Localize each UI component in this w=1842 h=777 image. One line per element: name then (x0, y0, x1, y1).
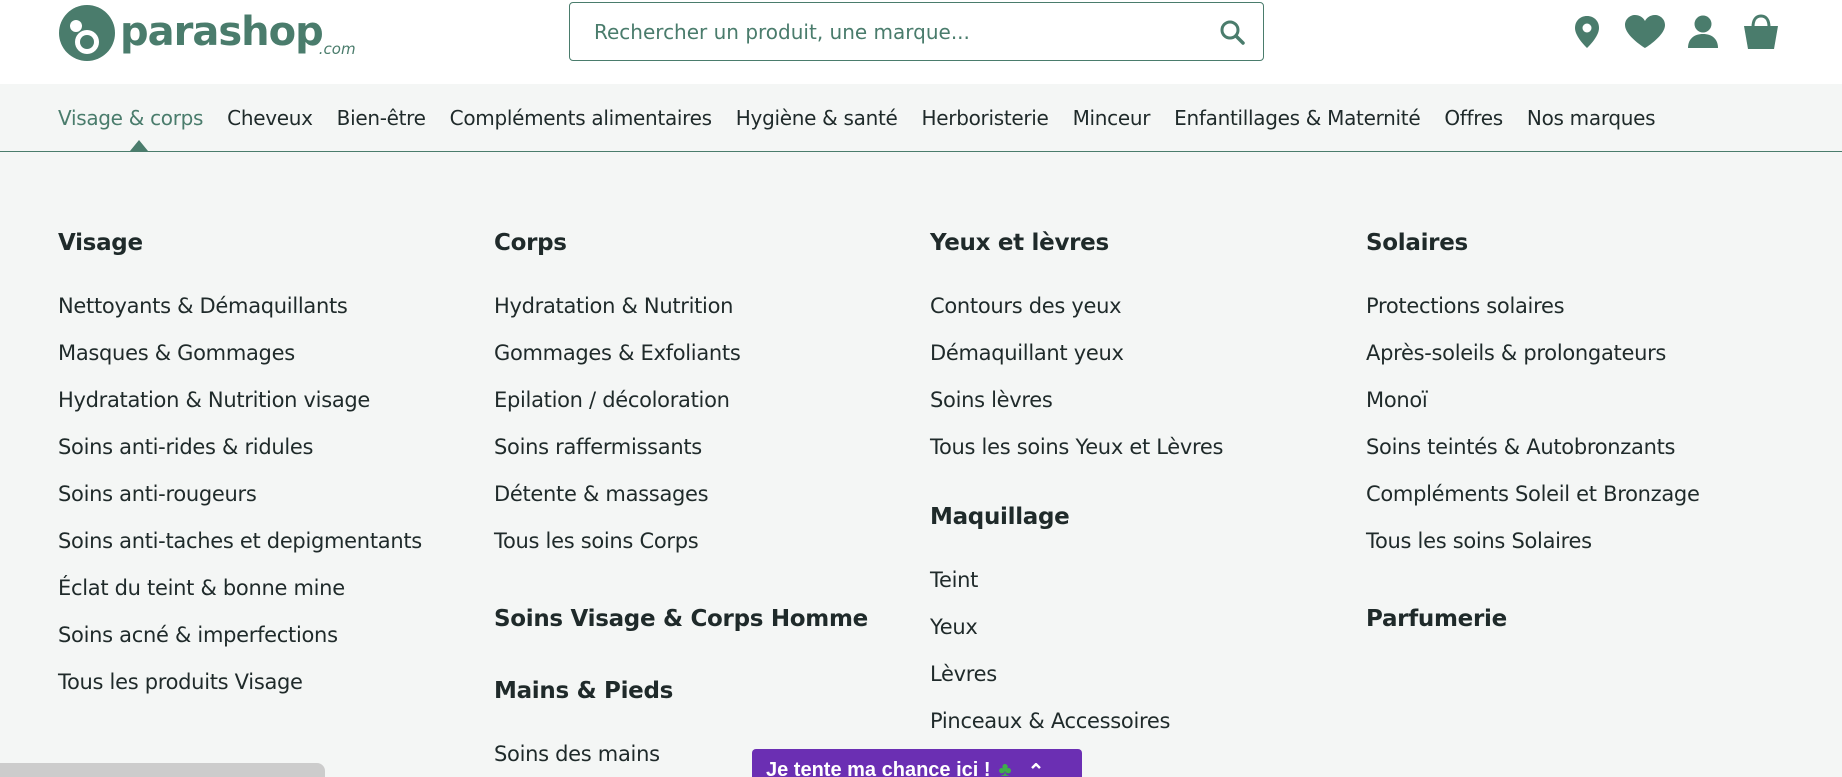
menu-link[interactable]: Compléments Soleil et Bronzage (1366, 471, 1700, 518)
menu-heading-maquillage[interactable]: Maquillage (930, 499, 1223, 535)
nav-item-visage-corps[interactable]: Visage & corps (58, 100, 203, 136)
logo-wordmark: parashop (120, 9, 324, 55)
account-button[interactable] (1674, 14, 1732, 50)
nav-item-herboristerie[interactable]: Herboristerie (922, 100, 1049, 136)
menu-link[interactable]: Masques & Gommages (58, 330, 422, 377)
menu-link[interactable]: Tous les soins Corps (494, 518, 868, 565)
menu-section-homme: Soins Visage & Corps Homme (494, 601, 868, 637)
menu-column-yeux-maquillage: Yeux et lèvres Contours des yeux Démaqui… (930, 225, 1223, 773)
menu-column-solaires: Solaires Protections solaires Après-sole… (1366, 225, 1700, 665)
nav-item-offres[interactable]: Offres (1444, 100, 1503, 136)
menu-column-corps: Corps Hydratation & Nutrition Gommages &… (494, 225, 868, 777)
menu-heading-yeux-levres[interactable]: Yeux et lèvres (930, 225, 1223, 261)
menu-link[interactable]: Monoï (1366, 377, 1700, 424)
header-icons (1558, 14, 1790, 50)
menu-heading-mains-pieds[interactable]: Mains & Pieds (494, 673, 868, 709)
promo-label: Je tente ma chance ici ! (766, 759, 991, 777)
nav-item-complements[interactable]: Compléments alimentaires (450, 100, 712, 136)
menu-link[interactable]: Protections solaires (1366, 283, 1700, 330)
site-header: parashop .com (0, 0, 1842, 84)
menu-link[interactable]: Epilation / décoloration (494, 377, 868, 424)
menu-link[interactable]: Yeux (930, 604, 1223, 651)
nav-item-minceur[interactable]: Minceur (1073, 100, 1151, 136)
location-icon (1575, 16, 1599, 48)
cart-button[interactable] (1732, 14, 1790, 50)
logo-mark-icon (59, 5, 115, 61)
chevron-up-icon: ⌃ (1027, 761, 1045, 777)
menu-link[interactable]: Nettoyants & Démaquillants (58, 283, 422, 330)
wishlist-button[interactable] (1616, 14, 1674, 50)
menu-section-maquillage: Maquillage Teint Yeux Lèvres Pinceaux & … (930, 499, 1223, 745)
menu-section-parfumerie: Parfumerie (1366, 601, 1700, 637)
menu-link[interactable]: Contours des yeux (930, 283, 1223, 330)
basket-icon (1744, 14, 1778, 49)
user-icon (1688, 15, 1718, 48)
menu-section-solaires: Solaires Protections solaires Après-sole… (1366, 225, 1700, 565)
menu-link[interactable]: Lèvres (930, 651, 1223, 698)
main-navigation: Visage & corps Cheveux Bien-être Complém… (0, 84, 1842, 152)
promo-button[interactable]: Je tente ma chance ici ! ♣ ⌃ (752, 749, 1082, 777)
menu-column-visage: Visage Nettoyants & Démaquillants Masque… (58, 225, 422, 706)
menu-heading-parfumerie[interactable]: Parfumerie (1366, 601, 1700, 637)
menu-heading-homme[interactable]: Soins Visage & Corps Homme (494, 601, 868, 637)
parashop-logo[interactable]: parashop .com (58, 2, 356, 62)
nav-item-bien-etre[interactable]: Bien-être (337, 100, 426, 136)
clover-icon: ♣ (998, 759, 1012, 777)
menu-section-yeux-levres: Yeux et lèvres Contours des yeux Démaqui… (930, 225, 1223, 471)
menu-link[interactable]: Détente & massages (494, 471, 868, 518)
menu-link[interactable]: Soins anti-rides & ridules (58, 424, 422, 471)
nav-item-hygiene-sante[interactable]: Hygiène & santé (736, 100, 898, 136)
menu-link[interactable]: Soins lèvres (930, 377, 1223, 424)
cookie-banner-tab[interactable] (0, 763, 325, 777)
search-button[interactable] (1201, 3, 1263, 60)
search-icon (1220, 20, 1245, 45)
menu-link[interactable]: Hydratation & Nutrition (494, 283, 868, 330)
logo-suffix: .com (318, 40, 356, 58)
menu-link[interactable]: Démaquillant yeux (930, 330, 1223, 377)
menu-link[interactable]: Soins acné & imperfections (58, 612, 422, 659)
search-input[interactable] (570, 3, 1201, 60)
menu-heading-corps[interactable]: Corps (494, 225, 868, 261)
menu-link[interactable]: Pinceaux & Accessoires (930, 698, 1223, 745)
menu-heading-solaires[interactable]: Solaires (1366, 225, 1700, 261)
menu-link[interactable]: Tous les produits Visage (58, 659, 422, 706)
menu-link[interactable]: Gommages & Exfoliants (494, 330, 868, 377)
menu-link[interactable]: Soins anti-taches et depigmentants (58, 518, 422, 565)
nav-item-cheveux[interactable]: Cheveux (227, 100, 313, 136)
menu-link[interactable]: Éclat du teint & bonne mine (58, 565, 422, 612)
menu-link[interactable]: Soins teintés & Autobronzants (1366, 424, 1700, 471)
menu-link[interactable]: Tous les soins Yeux et Lèvres (930, 424, 1223, 471)
menu-link[interactable]: Soins raffermissants (494, 424, 868, 471)
nav-item-enfantillages[interactable]: Enfantillages & Maternité (1174, 100, 1421, 136)
heart-icon (1625, 15, 1665, 48)
search-bar (569, 2, 1264, 61)
store-locator-button[interactable] (1558, 14, 1616, 50)
menu-heading-visage[interactable]: Visage (58, 225, 422, 261)
active-nav-indicator (130, 140, 148, 151)
menu-link[interactable]: Hydratation & Nutrition visage (58, 377, 422, 424)
menu-link[interactable]: Teint (930, 557, 1223, 604)
menu-section-corps: Corps Hydratation & Nutrition Gommages &… (494, 225, 868, 565)
menu-link[interactable]: Tous les soins Solaires (1366, 518, 1700, 565)
menu-link[interactable]: Soins anti-rougeurs (58, 471, 422, 518)
menu-link[interactable]: Après-soleils & prolongateurs (1366, 330, 1700, 377)
nav-item-nos-marques[interactable]: Nos marques (1527, 100, 1656, 136)
